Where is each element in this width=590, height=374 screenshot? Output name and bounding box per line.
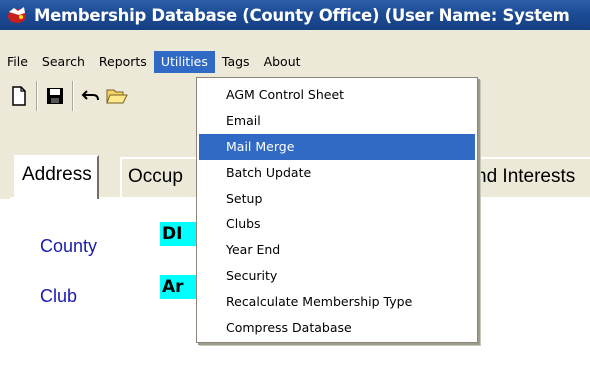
menu-item-compress-database[interactable]: Compress Database [199, 315, 475, 341]
window-title: Membership Database (County Office) (Use… [34, 5, 570, 25]
menu-item-batch-update[interactable]: Batch Update [199, 160, 475, 186]
menu-reports[interactable]: Reports [92, 51, 154, 73]
utilities-dropdown-menu: AGM Control Sheet Email Mail Merge Batch… [196, 77, 478, 343]
menu-search[interactable]: Search [35, 51, 92, 73]
undo-icon[interactable] [78, 83, 104, 109]
tab-interests[interactable]: nd Interests [470, 157, 590, 198]
county-value[interactable]: DI [160, 222, 200, 246]
open-folder-icon[interactable] [104, 83, 130, 109]
menu-item-agm-control-sheet[interactable]: AGM Control Sheet [199, 82, 475, 108]
menu-utilities[interactable]: Utilities [153, 50, 215, 73]
tab-address[interactable]: Address [14, 155, 99, 199]
menu-bar: File Search Reports Utilities Tags About [0, 50, 590, 73]
menu-item-security[interactable]: Security [199, 263, 475, 289]
menu-item-email[interactable]: Email [199, 108, 475, 134]
club-label: Club [40, 286, 78, 306]
menu-item-setup[interactable]: Setup [199, 186, 475, 212]
menu-item-recalculate-membership-type[interactable]: Recalculate Membership Type [199, 289, 475, 315]
club-value[interactable]: Ar [160, 275, 200, 299]
save-icon[interactable] [42, 83, 68, 109]
toolbar-separator [72, 81, 74, 111]
title-bar[interactable]: Membership Database (County Office) (Use… [0, 0, 590, 30]
county-label: County [40, 236, 98, 256]
menu-item-year-end[interactable]: Year End [199, 237, 475, 263]
new-document-icon[interactable] [6, 83, 32, 109]
menu-about[interactable]: About [257, 51, 308, 73]
menu-tags[interactable]: Tags [215, 51, 257, 73]
menu-file[interactable]: File [0, 51, 35, 73]
menubar-spacer [0, 30, 590, 50]
app-logo-icon[interactable] [6, 4, 28, 26]
menu-item-mail-merge[interactable]: Mail Merge [199, 133, 475, 160]
menu-item-clubs[interactable]: Clubs [199, 211, 475, 237]
toolbar-separator [36, 81, 38, 111]
